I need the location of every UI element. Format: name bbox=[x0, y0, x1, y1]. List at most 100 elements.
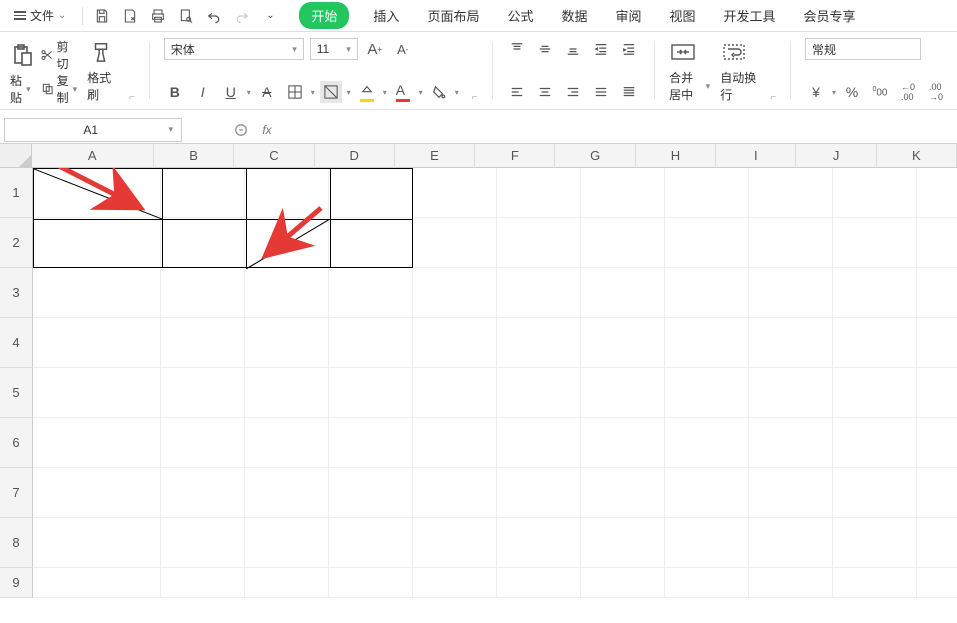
increase-decimal-icon[interactable]: ←0.00 bbox=[897, 81, 919, 103]
col-header-E[interactable]: E bbox=[395, 144, 475, 168]
print-preview-icon[interactable] bbox=[177, 7, 195, 25]
spreadsheet-grid: A B C D E F G H I J K 1 2 3 4 5 6 7 8 9 bbox=[0, 144, 957, 598]
align-top-icon[interactable] bbox=[506, 38, 528, 60]
ribbon-group-clipboard: 剪切 粘贴 ▾ 复制 ▾ bbox=[10, 38, 77, 103]
decrease-indent-icon[interactable] bbox=[590, 38, 612, 60]
tab-formulas[interactable]: 公式 bbox=[503, 0, 537, 31]
row-header-5[interactable]: 5 bbox=[0, 368, 33, 418]
dialog-launcher-icon[interactable]: ⌐ bbox=[129, 92, 135, 103]
dialog-launcher-icon[interactable]: ⌐ bbox=[770, 92, 776, 103]
tab-start[interactable]: 开始 bbox=[299, 2, 349, 29]
number-format-select[interactable]: 常规 bbox=[805, 38, 921, 60]
row-header-3[interactable]: 3 bbox=[0, 268, 33, 318]
cell-style-icon[interactable]: ▾ bbox=[428, 81, 450, 103]
align-left-icon[interactable] bbox=[506, 81, 528, 103]
col-header-A[interactable]: A bbox=[32, 144, 154, 168]
col-header-F[interactable]: F bbox=[475, 144, 555, 168]
save-as-icon[interactable] bbox=[121, 7, 139, 25]
scissors-icon bbox=[40, 47, 54, 63]
row-header-4[interactable]: 4 bbox=[0, 318, 33, 368]
tab-data[interactable]: 数据 bbox=[557, 0, 591, 31]
increase-indent-icon[interactable] bbox=[618, 38, 640, 60]
align-center-icon[interactable] bbox=[534, 81, 556, 103]
tab-review[interactable]: 审阅 bbox=[611, 0, 645, 31]
decrease-decimal-icon[interactable]: .00→0 bbox=[925, 81, 947, 103]
paste-label: 粘贴 bbox=[10, 72, 24, 106]
font-size-select[interactable]: 11 ▾ bbox=[310, 38, 358, 60]
paste-button[interactable]: 粘贴 ▾ bbox=[10, 72, 31, 106]
col-header-G[interactable]: G bbox=[555, 144, 635, 168]
wrap-text-icon[interactable] bbox=[720, 38, 748, 66]
row-header-7[interactable]: 7 bbox=[0, 468, 33, 518]
strikethrough-icon[interactable]: A bbox=[256, 81, 278, 103]
separator bbox=[82, 7, 83, 25]
row-header-8[interactable]: 8 bbox=[0, 518, 33, 568]
align-right-icon[interactable] bbox=[562, 81, 584, 103]
file-menu-button[interactable]: 文件 ⌄ bbox=[8, 3, 72, 28]
merge-icon[interactable] bbox=[669, 38, 697, 66]
wrap-text-label: 自动换行 bbox=[720, 69, 756, 103]
currency-icon[interactable]: ¥▾ bbox=[805, 81, 827, 103]
col-header-D[interactable]: D bbox=[315, 144, 395, 168]
dialog-launcher-icon[interactable]: ⌐ bbox=[472, 92, 478, 103]
cut-button[interactable]: 剪切 bbox=[40, 38, 77, 72]
tab-view[interactable]: 视图 bbox=[666, 0, 700, 31]
cancel-edit-icon[interactable] bbox=[232, 121, 250, 139]
redo-icon[interactable] bbox=[233, 7, 251, 25]
save-icon[interactable] bbox=[93, 7, 111, 25]
quick-access-toolbar: ⌄ bbox=[93, 7, 279, 25]
col-header-C[interactable]: C bbox=[234, 144, 314, 168]
align-bottom-icon[interactable] bbox=[562, 38, 584, 60]
comma-style-icon[interactable]: 000 bbox=[869, 81, 891, 103]
col-header-I[interactable]: I bbox=[716, 144, 796, 168]
name-box[interactable]: A1 ▾ bbox=[4, 118, 182, 142]
col-header-J[interactable]: J bbox=[796, 144, 876, 168]
col-header-K[interactable]: K bbox=[877, 144, 957, 168]
increase-font-icon[interactable]: A+ bbox=[364, 38, 386, 60]
row-header-6[interactable]: 6 bbox=[0, 418, 33, 468]
row-header-9[interactable]: 9 bbox=[0, 568, 33, 598]
font-name-select[interactable]: 宋体 ▾ bbox=[164, 38, 304, 60]
chevron-down-icon: ▾ bbox=[706, 81, 711, 92]
formula-input[interactable] bbox=[284, 118, 957, 142]
italic-icon[interactable]: I bbox=[192, 81, 214, 103]
merge-center-button[interactable]: 合并居中 ▾ bbox=[669, 69, 710, 103]
row-header-1[interactable]: 1 bbox=[0, 168, 33, 218]
copy-button[interactable]: 复制 ▾ bbox=[41, 72, 78, 106]
row-header-2[interactable]: 2 bbox=[0, 218, 33, 268]
fill-color-icon[interactable]: ▾ bbox=[356, 81, 378, 103]
hamburger-icon bbox=[14, 11, 26, 20]
cut-label: 剪切 bbox=[56, 38, 77, 72]
cell-diagonal-icon[interactable]: ▾ bbox=[320, 81, 342, 103]
distribute-icon[interactable] bbox=[618, 81, 640, 103]
undo-icon[interactable] bbox=[205, 7, 223, 25]
decrease-font-icon[interactable]: A- bbox=[392, 38, 414, 60]
format-painter-button[interactable]: 格式刷 bbox=[87, 69, 115, 103]
cells-area[interactable] bbox=[33, 168, 957, 598]
chevron-down-icon: ▾ bbox=[292, 44, 297, 55]
percent-icon[interactable]: % bbox=[841, 81, 863, 103]
qat-dropdown-icon[interactable]: ⌄ bbox=[261, 7, 279, 25]
justify-icon[interactable] bbox=[590, 81, 612, 103]
tab-developer[interactable]: 开发工具 bbox=[720, 0, 780, 31]
borders-icon[interactable]: ▾ bbox=[284, 81, 306, 103]
col-header-H[interactable]: H bbox=[636, 144, 716, 168]
format-painter-icon[interactable] bbox=[87, 38, 115, 66]
chevron-down-icon: ▾ bbox=[168, 124, 173, 135]
tab-insert[interactable]: 插入 bbox=[369, 0, 403, 31]
formula-bar: A1 ▾ fx bbox=[0, 116, 957, 144]
underline-icon[interactable]: U▾ bbox=[220, 81, 242, 103]
tab-page-layout[interactable]: 页面布局 bbox=[423, 0, 483, 31]
print-icon[interactable] bbox=[149, 7, 167, 25]
align-middle-icon[interactable] bbox=[534, 38, 556, 60]
col-header-B[interactable]: B bbox=[154, 144, 234, 168]
font-color-icon[interactable]: A ▾ bbox=[392, 81, 414, 103]
select-all-corner[interactable] bbox=[0, 144, 32, 168]
chevron-down-icon: ⌄ bbox=[58, 10, 66, 21]
paste-icon[interactable] bbox=[10, 41, 34, 69]
fx-icon[interactable]: fx bbox=[258, 121, 276, 139]
wrap-text-button[interactable]: 自动换行 bbox=[720, 69, 756, 103]
tab-member[interactable]: 会员专享 bbox=[800, 0, 860, 31]
bold-icon[interactable]: B bbox=[164, 81, 186, 103]
cell-reference: A1 bbox=[13, 123, 168, 137]
